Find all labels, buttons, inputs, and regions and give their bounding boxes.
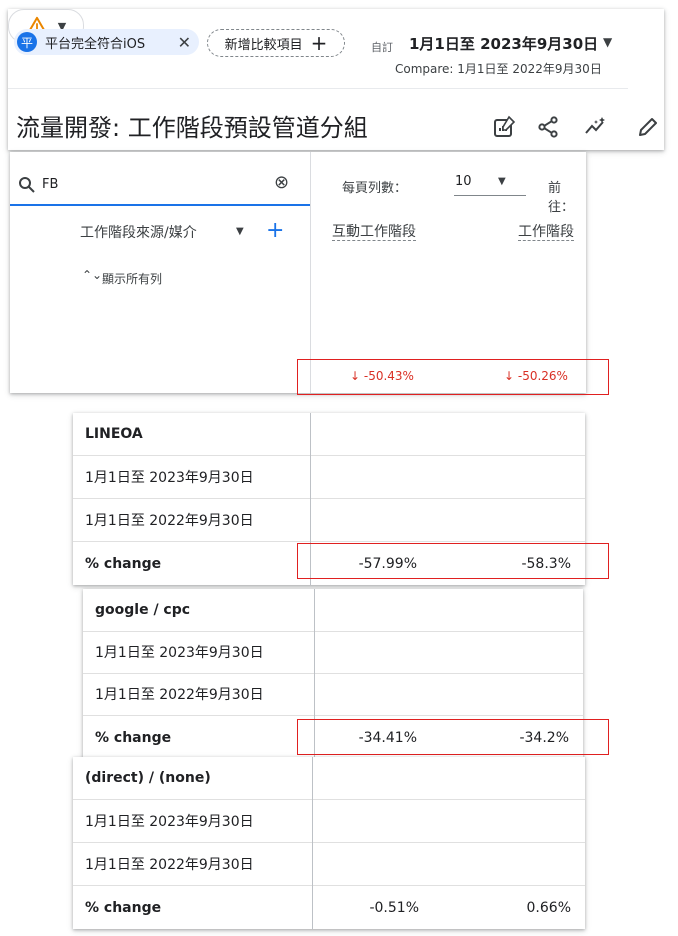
highlight-box (297, 359, 609, 395)
metric-header-sessions[interactable]: 工作階段 (496, 222, 574, 242)
rows-per-page-select[interactable]: 10 (455, 174, 472, 189)
table-row: 1月1日至 2022年9月30日 (73, 843, 585, 886)
chevron-down-icon[interactable]: ▼ (236, 226, 244, 237)
table-row: 1月1日至 2022年9月30日 (73, 499, 585, 542)
highlight-box (297, 543, 609, 579)
table-row: (direct) / (none) (73, 757, 585, 800)
insights-icon[interactable] (584, 115, 608, 139)
column-divider (312, 757, 313, 929)
dimension-header[interactable]: 工作階段來源/媒介 (80, 222, 197, 242)
add-comparison-button[interactable]: 新增比較項目 + (207, 29, 345, 57)
group-name: LINEOA (85, 426, 143, 442)
date-range-row: 1月1日至 2022年9月30日 (85, 857, 254, 873)
chevron-down-icon[interactable]: ▼ (603, 35, 612, 49)
plus-icon: + (310, 31, 328, 55)
compare-date-range: Compare: 1月1日至 2022年9月30日 (395, 62, 602, 76)
share-icon[interactable] (536, 115, 560, 139)
metric-header-label: 工作階段 (518, 224, 574, 241)
search-underline (10, 204, 310, 206)
highlight-box (297, 719, 609, 755)
date-range-row: 1月1日至 2022年9月30日 (95, 687, 264, 703)
chevron-down-icon[interactable]: ▼ (498, 176, 506, 187)
expand-rows-icon[interactable]: ⌃⌄ (82, 268, 102, 282)
column-divider (310, 152, 311, 393)
change-value: 0.66% (526, 899, 571, 916)
change-value: -0.51% (369, 899, 419, 916)
pencil-icon[interactable] (636, 115, 660, 139)
report-header: 平 平台完全符合iOS ✕ 新增比較項目 + 自訂 1月1日至 2023年9月3… (8, 9, 664, 150)
report-table: FB ⊗ 每頁列數： 10 ▼ 前往： 工作階段來源/媒介 ▼ + ⌃⌄ 顯示所… (10, 152, 586, 393)
date-range-selector[interactable]: 1月1日至 2023年9月30日 (409, 33, 598, 54)
table-row: 1月1日至 2022年9月30日 (83, 673, 583, 716)
close-icon[interactable]: ✕ (178, 33, 191, 52)
goto-page-label: 前往： (548, 181, 575, 215)
table-row: google / cpc (83, 589, 583, 632)
page-title: 流量開發: 工作階段預設管道分組 (16, 114, 368, 142)
segment-chip[interactable]: 平 平台完全符合iOS ✕ (14, 29, 199, 55)
search-input[interactable]: FB (42, 177, 58, 192)
date-range-row: 1月1日至 2023年9月30日 (85, 814, 254, 830)
segment-avatar: 平 (17, 32, 37, 52)
select-underline (454, 195, 526, 196)
table-row: % change -0.51% 0.66% (73, 886, 585, 929)
segment-label: 平台完全符合iOS (45, 36, 146, 52)
metric-header-engaged-sessions[interactable]: 互動工作階段 (326, 222, 416, 242)
search-icon (18, 176, 36, 194)
divider (8, 88, 628, 89)
clear-search-icon[interactable]: ⊗ (274, 172, 289, 193)
date-custom-label: 自訂 (371, 41, 393, 54)
add-dimension-button[interactable]: + (266, 218, 284, 243)
group-name: google / cpc (95, 602, 191, 618)
table-row: 1月1日至 2023年9月30日 (83, 631, 583, 674)
show-all-rows-link[interactable]: 顯示所有列 (102, 270, 162, 287)
group-name: (direct) / (none) (85, 770, 211, 786)
table-row: 1月1日至 2023年9月30日 (73, 800, 585, 843)
table-row: 1月1日至 2023年9月30日 (73, 456, 585, 499)
rows-per-page-label: 每頁列數： (342, 181, 408, 196)
date-range-row: 1月1日至 2023年9月30日 (85, 470, 254, 486)
date-range-row: 1月1日至 2023年9月30日 (95, 645, 264, 661)
edit-report-icon[interactable] (492, 115, 516, 139)
add-comparison-label: 新增比較項目 (224, 37, 303, 53)
metric-header-label: 互動工作階段 (332, 224, 416, 241)
table-row: LINEOA (73, 413, 585, 456)
date-range-row: 1月1日至 2022年9月30日 (85, 513, 254, 529)
group-card-direct-none: (direct) / (none) 1月1日至 2023年9月30日 1月1日至… (73, 757, 585, 929)
